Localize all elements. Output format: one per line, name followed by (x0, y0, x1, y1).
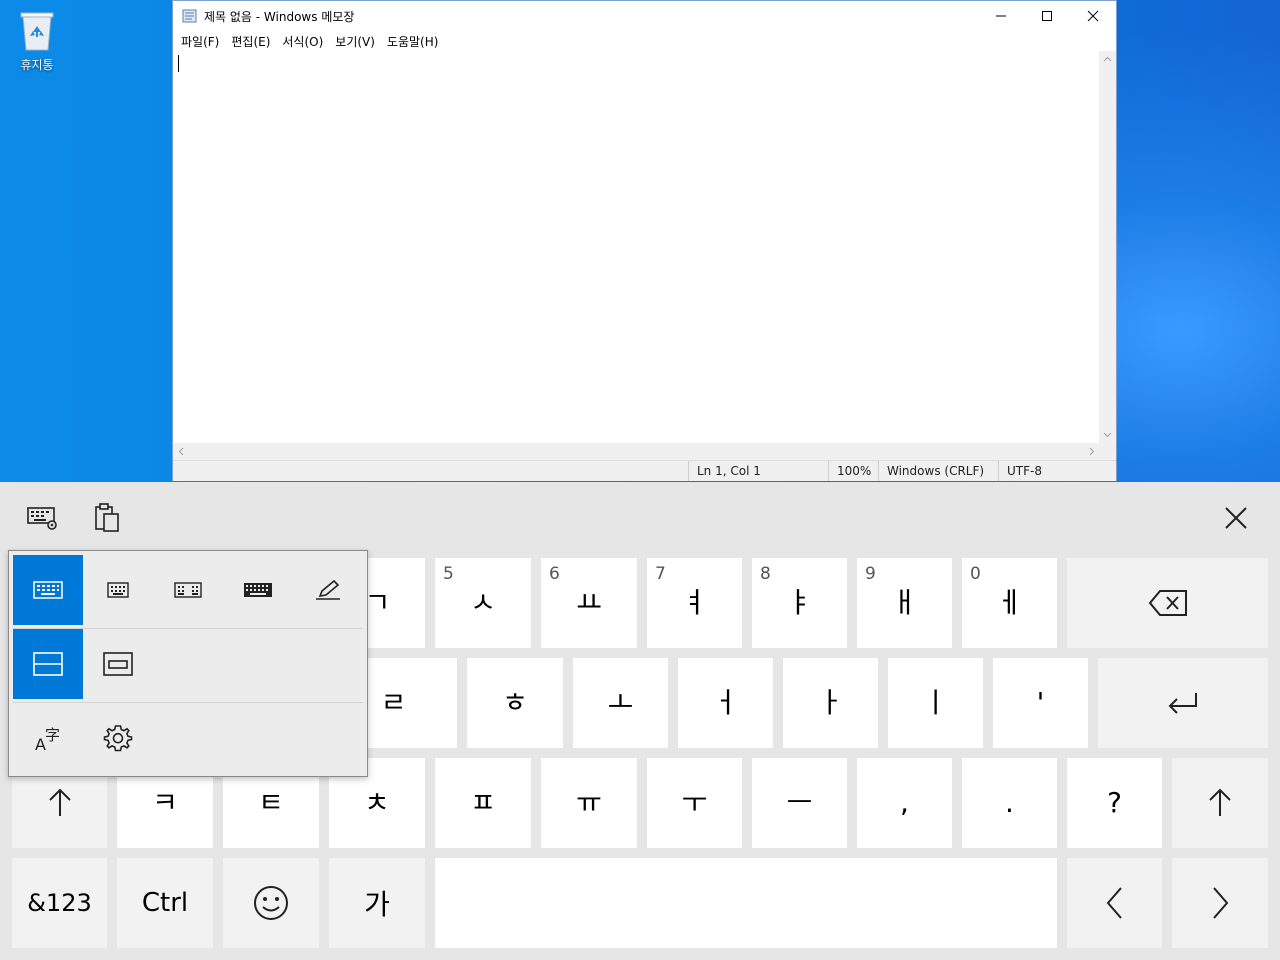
key-a[interactable]: ㅏ (783, 658, 878, 748)
key-ya[interactable]: 8ㅑ (752, 558, 847, 648)
keyboard-split-icon (174, 582, 202, 598)
svg-text:字: 字 (45, 726, 60, 744)
clipboard-button[interactable] (85, 496, 129, 540)
shift-right-key[interactable] (1172, 758, 1268, 848)
key-o[interactable]: ㅗ (573, 658, 668, 748)
key-period[interactable]: . (962, 758, 1057, 848)
key-question[interactable]: ? (1067, 758, 1162, 848)
menu-edit[interactable]: 편집(E) (225, 33, 276, 50)
language-preferences-button[interactable]: A 字 (13, 703, 83, 773)
status-encoding: UTF-8 (998, 461, 1098, 481)
menu-view[interactable]: 보기(V) (329, 33, 381, 50)
scroll-down-icon (1103, 432, 1112, 438)
close-button[interactable] (1070, 1, 1116, 31)
key-u[interactable]: ㅜ (647, 758, 742, 848)
arrow-left-key[interactable] (1067, 858, 1162, 948)
text-editor[interactable] (173, 51, 1100, 443)
undock-button[interactable] (83, 629, 153, 699)
chevron-right-icon (1213, 887, 1229, 919)
key-ae[interactable]: 9ㅐ (857, 558, 952, 648)
typing-settings-button[interactable] (83, 703, 153, 773)
backspace-icon (1148, 590, 1187, 616)
recycle-bin[interactable]: 휴지통 (12, 8, 62, 73)
arrow-right-key[interactable] (1172, 858, 1268, 948)
status-line-ending: Windows (CRLF) (878, 461, 998, 481)
enter-key[interactable] (1098, 658, 1268, 748)
key-yo[interactable]: 6ㅛ (541, 558, 637, 648)
layout-small-button[interactable] (83, 555, 153, 625)
close-icon (1225, 507, 1247, 529)
minimize-button[interactable] (978, 1, 1024, 31)
menu-file[interactable]: 파일(F) (175, 33, 225, 50)
layout-split-button[interactable] (153, 555, 223, 625)
keyboard-default-icon (33, 581, 63, 599)
recycle-bin-icon (20, 12, 54, 51)
clipboard-icon (95, 503, 119, 532)
key-eo[interactable]: ㅓ (678, 658, 773, 748)
key-yeo[interactable]: 7ㅕ (647, 558, 742, 648)
title-bar[interactable]: 제목 없음 - Windows 메모장 (173, 1, 1116, 31)
dock-button[interactable] (13, 629, 83, 699)
text-caret (178, 55, 179, 72)
docked-keyboard-icon (33, 652, 63, 676)
space-key[interactable] (435, 858, 1057, 948)
enter-icon (1168, 693, 1197, 714)
window-title: 제목 없음 - Windows 메모장 (204, 9, 355, 24)
menu-help[interactable]: 도움말(H) (381, 33, 445, 50)
key-pieup[interactable]: ㅍ (435, 758, 531, 848)
maximize-icon (1042, 11, 1052, 21)
ctrl-key[interactable]: Ctrl (117, 858, 213, 948)
notepad-icon (182, 9, 197, 23)
vertical-scrollbar[interactable] (1099, 51, 1116, 443)
emoji-key[interactable] (223, 858, 319, 948)
layout-full-button[interactable] (223, 555, 293, 625)
menu-format[interactable]: 서식(O) (276, 33, 329, 50)
keyboard-layout-flyout: A 字 (8, 550, 368, 777)
scrollbar-corner (1099, 443, 1116, 460)
menu-bar: 파일(F) 편집(E) 서식(O) 보기(V) 도움말(H) (173, 31, 1116, 51)
notepad-window: 제목 없음 - Windows 메모장 파일(F) 편집(E) 서식(O) 보기… (172, 0, 1117, 481)
language-icon: A 字 (35, 726, 60, 753)
key-eu[interactable]: ㅡ (752, 758, 847, 848)
maximize-button[interactable] (1024, 1, 1070, 31)
language-key[interactable]: 가 (329, 858, 425, 948)
keyboard-settings-icon (27, 507, 57, 530)
floating-keyboard-icon (103, 652, 133, 676)
keyboard-small-icon (107, 582, 129, 598)
key-siot[interactable]: 5ㅅ (435, 558, 531, 648)
key-apostrophe[interactable]: ' (993, 658, 1088, 748)
close-keyboard-button[interactable] (1214, 496, 1258, 540)
status-position: Ln 1, Col 1 (688, 461, 828, 481)
pen-icon (316, 579, 340, 600)
key-hieut[interactable]: ㅎ (467, 658, 563, 748)
key-yu[interactable]: ㅠ (541, 758, 637, 848)
keyboard-full-icon (244, 583, 272, 597)
key-comma[interactable]: , (857, 758, 952, 848)
shift-arrow-icon (1209, 788, 1231, 816)
horizontal-scrollbar[interactable] (173, 443, 1100, 460)
status-bar: Ln 1, Col 1 100% Windows (CRLF) UTF-8 (173, 460, 1116, 481)
recycle-bin-label: 휴지통 (20, 58, 54, 72)
scroll-left-icon (178, 447, 184, 456)
chevron-left-icon (1106, 887, 1122, 919)
layout-default-button[interactable] (13, 555, 83, 625)
shift-arrow-icon (48, 788, 71, 816)
status-zoom: 100% (828, 461, 878, 481)
backspace-key[interactable] (1067, 558, 1268, 648)
scroll-up-icon (1103, 56, 1112, 62)
close-icon (1087, 10, 1099, 22)
layout-handwriting-button[interactable] (293, 555, 363, 625)
key-e[interactable]: 0ㅔ (962, 558, 1057, 648)
minimize-icon (996, 15, 1006, 17)
scroll-right-icon (1089, 447, 1095, 456)
symbols-key[interactable]: &123 (12, 858, 107, 948)
gear-icon (103, 725, 133, 752)
key-i[interactable]: ㅣ (888, 658, 983, 748)
emoji-icon (254, 886, 288, 920)
keyboard-settings-button[interactable] (21, 496, 65, 540)
